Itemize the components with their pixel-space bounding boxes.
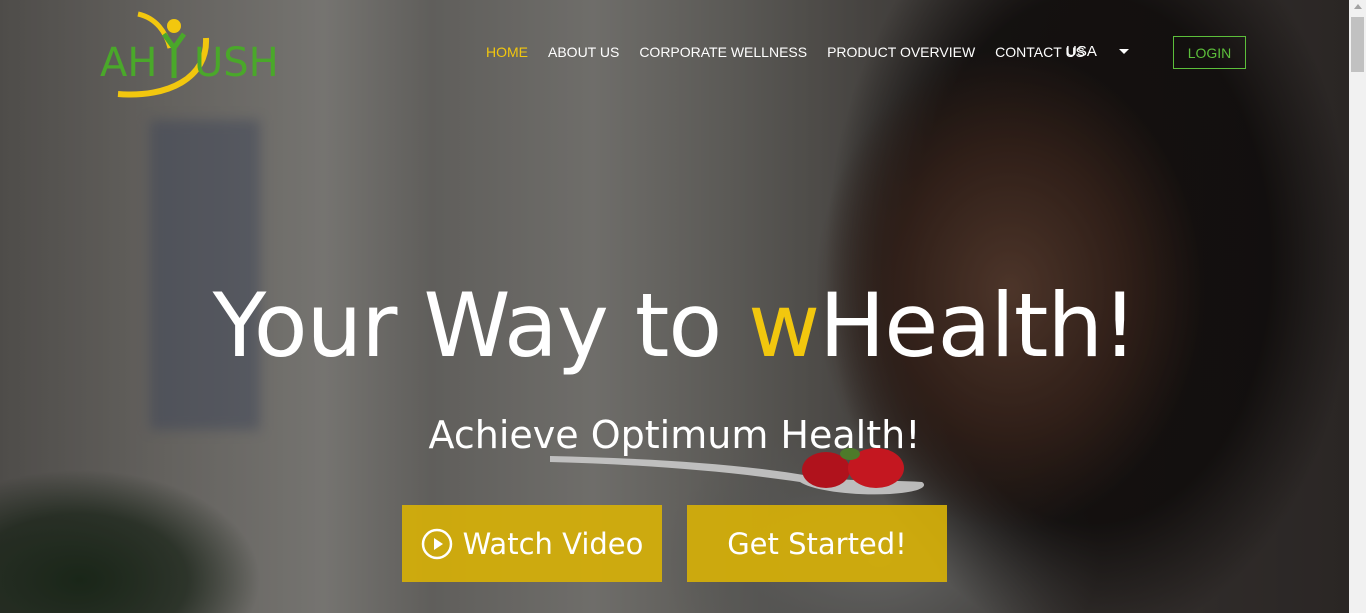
page: AH USH HOME ABOUT US CORPORATE WELLNESS … [0, 0, 1366, 613]
watch-video-button[interactable]: Watch Video [402, 505, 662, 582]
nav-corporate-wellness[interactable]: CORPORATE WELLNESS [639, 44, 807, 60]
nav-product-overview[interactable]: PRODUCT OVERVIEW [827, 44, 975, 60]
hero-headline: Your Way to wHealth! [0, 276, 1349, 376]
svg-text:USH: USH [194, 40, 278, 86]
scroll-up-arrow-icon[interactable] [1354, 4, 1362, 9]
chevron-down-icon [1118, 49, 1129, 54]
nav-about-us[interactable]: ABOUT US [548, 44, 619, 60]
country-label: USA [1066, 43, 1097, 60]
ahyush-logo[interactable]: AH USH [98, 8, 278, 100]
play-circle-icon [421, 528, 452, 559]
headline-text-start: Your Way to [212, 274, 749, 377]
get-started-button[interactable]: Get Started! [687, 505, 947, 582]
login-button[interactable]: LOGIN [1173, 36, 1246, 69]
get-started-label: Get Started! [727, 526, 907, 561]
hero-subheadline: Achieve Optimum Health! [428, 413, 921, 457]
nav-home[interactable]: HOME [486, 44, 528, 60]
country-select[interactable]: USA [1066, 43, 1129, 60]
vertical-scrollbar[interactable] [1349, 0, 1366, 613]
scrollbar-thumb[interactable] [1351, 17, 1364, 72]
watch-video-label: Watch Video [462, 526, 644, 561]
headline-text-end: Health! [819, 274, 1137, 377]
svg-text:AH: AH [100, 40, 157, 86]
headline-accent: w [748, 274, 820, 377]
main-nav: HOME ABOUT US CORPORATE WELLNESS PRODUCT… [486, 44, 1105, 60]
